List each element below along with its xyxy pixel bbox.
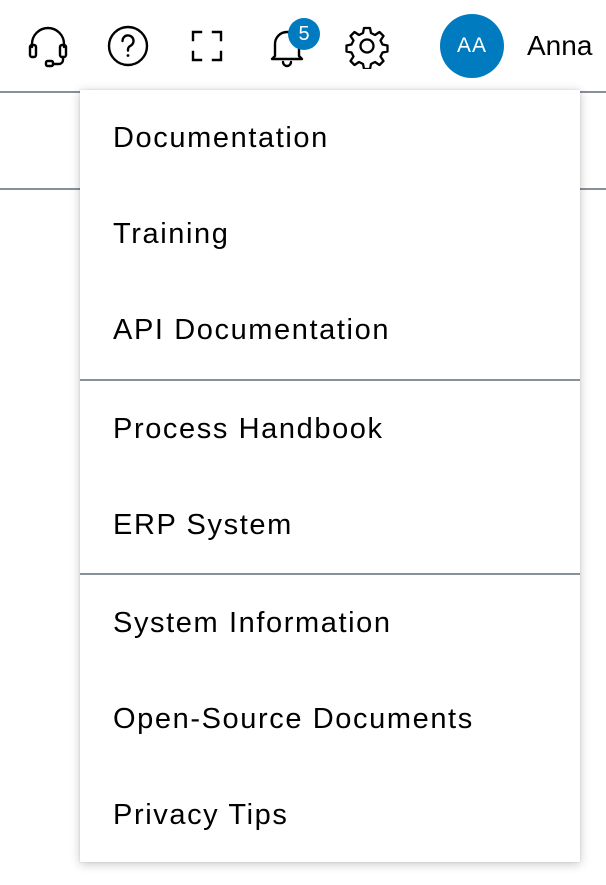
menu-item-privacy-tips[interactable]: Privacy Tips	[80, 767, 580, 863]
help-dropdown-menu: Documentation Training API Documentation…	[80, 90, 580, 862]
user-name[interactable]: Anna	[527, 29, 592, 63]
menu-item-system-information[interactable]: System Information	[80, 575, 580, 671]
gear-icon[interactable]	[343, 22, 391, 70]
menu-item-training[interactable]: Training	[80, 186, 580, 282]
menu-item-open-source-documents[interactable]: Open-Source Documents	[80, 671, 580, 767]
menu-item-documentation[interactable]: Documentation	[80, 90, 580, 186]
top-bar: 5 AA Anna	[0, 0, 606, 92]
headset-icon[interactable]	[24, 22, 72, 70]
menu-item-process-handbook[interactable]: Process Handbook	[80, 381, 580, 477]
menu-item-erp-system[interactable]: ERP System	[80, 477, 580, 573]
notification-badge: 5	[288, 18, 320, 50]
avatar[interactable]: AA	[440, 14, 504, 78]
menu-item-api-documentation[interactable]: API Documentation	[80, 282, 580, 378]
help-icon[interactable]	[104, 22, 152, 70]
fullscreen-icon[interactable]	[183, 22, 231, 70]
